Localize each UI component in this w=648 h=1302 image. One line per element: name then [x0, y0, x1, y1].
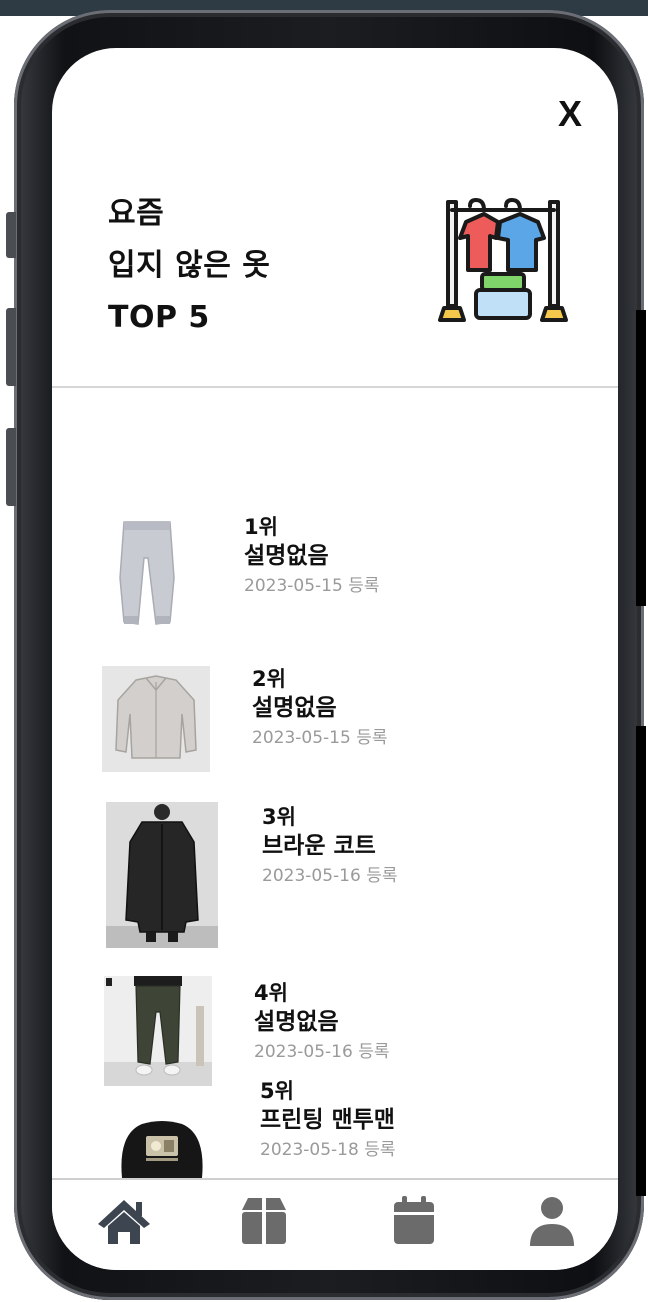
nav-home-button[interactable] [94, 1192, 154, 1248]
item-rank: 2위 [252, 667, 286, 691]
app-screen: X 요즘 입지 않은 옷 TOP 5 1위 설명없음 2023-05-15 등록… [52, 48, 618, 1270]
item-thumbnail [104, 976, 212, 1086]
item-rank: 1위 [244, 515, 278, 539]
item-meta: 4위 설명없음 2023-05-16 등록 [254, 980, 389, 1066]
item-date: 2023-05-15 등록 [244, 576, 380, 596]
item-name: 프린팅 맨투맨 [260, 1107, 395, 1133]
item-rank: 3위 [262, 805, 296, 829]
item-thumbnail [121, 1121, 203, 1178]
phone-mute-button [6, 212, 16, 258]
item-date: 2023-05-16 등록 [262, 866, 398, 886]
item-rank: 4위 [254, 981, 288, 1005]
item-meta: 1위 설명없음 2023-05-15 등록 [244, 514, 379, 600]
user-icon [530, 1197, 574, 1246]
list-item[interactable]: 5위 프린팅 맨투맨 2023-05-18 등록 [52, 1079, 618, 1178]
close-button[interactable]: X [558, 96, 582, 132]
item-name: 설명없음 [252, 695, 337, 721]
item-rank: 5위 [260, 1079, 294, 1103]
item-date: 2023-05-16 등록 [254, 1042, 390, 1062]
list-item[interactable]: 4위 설명없음 2023-05-16 등록 [52, 948, 618, 1098]
item-name: 설명없음 [244, 543, 329, 569]
unworn-clothes-list: 1위 설명없음 2023-05-15 등록 2위 설명없음 2023-05-15… [52, 388, 618, 1178]
nav-closet-button[interactable] [234, 1192, 294, 1248]
item-meta: 3위 브라운 코트 2023-05-16 등록 [262, 804, 397, 890]
item-date: 2023-05-15 등록 [252, 728, 388, 748]
item-date: 2023-05-18 등록 [260, 1140, 396, 1160]
list-item[interactable]: 1위 설명없음 2023-05-15 등록 [52, 458, 618, 625]
nav-calendar-button[interactable] [384, 1192, 444, 1248]
bottom-navigation [52, 1178, 618, 1270]
clothes-rack-icon [438, 198, 568, 322]
phone-volume-up-button [6, 308, 16, 386]
phone-edge-shadow [636, 726, 646, 1196]
page-title-line: 입지 않은 옷 [108, 248, 271, 283]
page-title-line: TOP 5 [108, 300, 210, 335]
page-title: 요즘 입지 않은 옷 TOP 5 [108, 188, 270, 344]
calendar-icon [394, 1196, 434, 1244]
home-icon [98, 1200, 150, 1244]
phone-edge-shadow [636, 310, 646, 606]
item-name: 설명없음 [254, 1009, 339, 1035]
box-icon [242, 1198, 286, 1244]
item-meta: 5위 프린팅 맨투맨 2023-05-18 등록 [260, 1078, 395, 1164]
item-thumbnail [102, 666, 210, 772]
nav-profile-button[interactable] [522, 1192, 582, 1248]
phone-volume-down-button [6, 428, 16, 506]
list-item[interactable]: 3위 브라운 코트 2023-05-16 등록 [52, 768, 618, 948]
list-item[interactable]: 2위 설명없음 2023-05-15 등록 [52, 608, 618, 772]
item-meta: 2위 설명없음 2023-05-15 등록 [252, 666, 387, 752]
item-thumbnail [106, 802, 218, 948]
item-name: 브라운 코트 [262, 833, 376, 859]
page-title-line: 요즘 [108, 196, 165, 231]
